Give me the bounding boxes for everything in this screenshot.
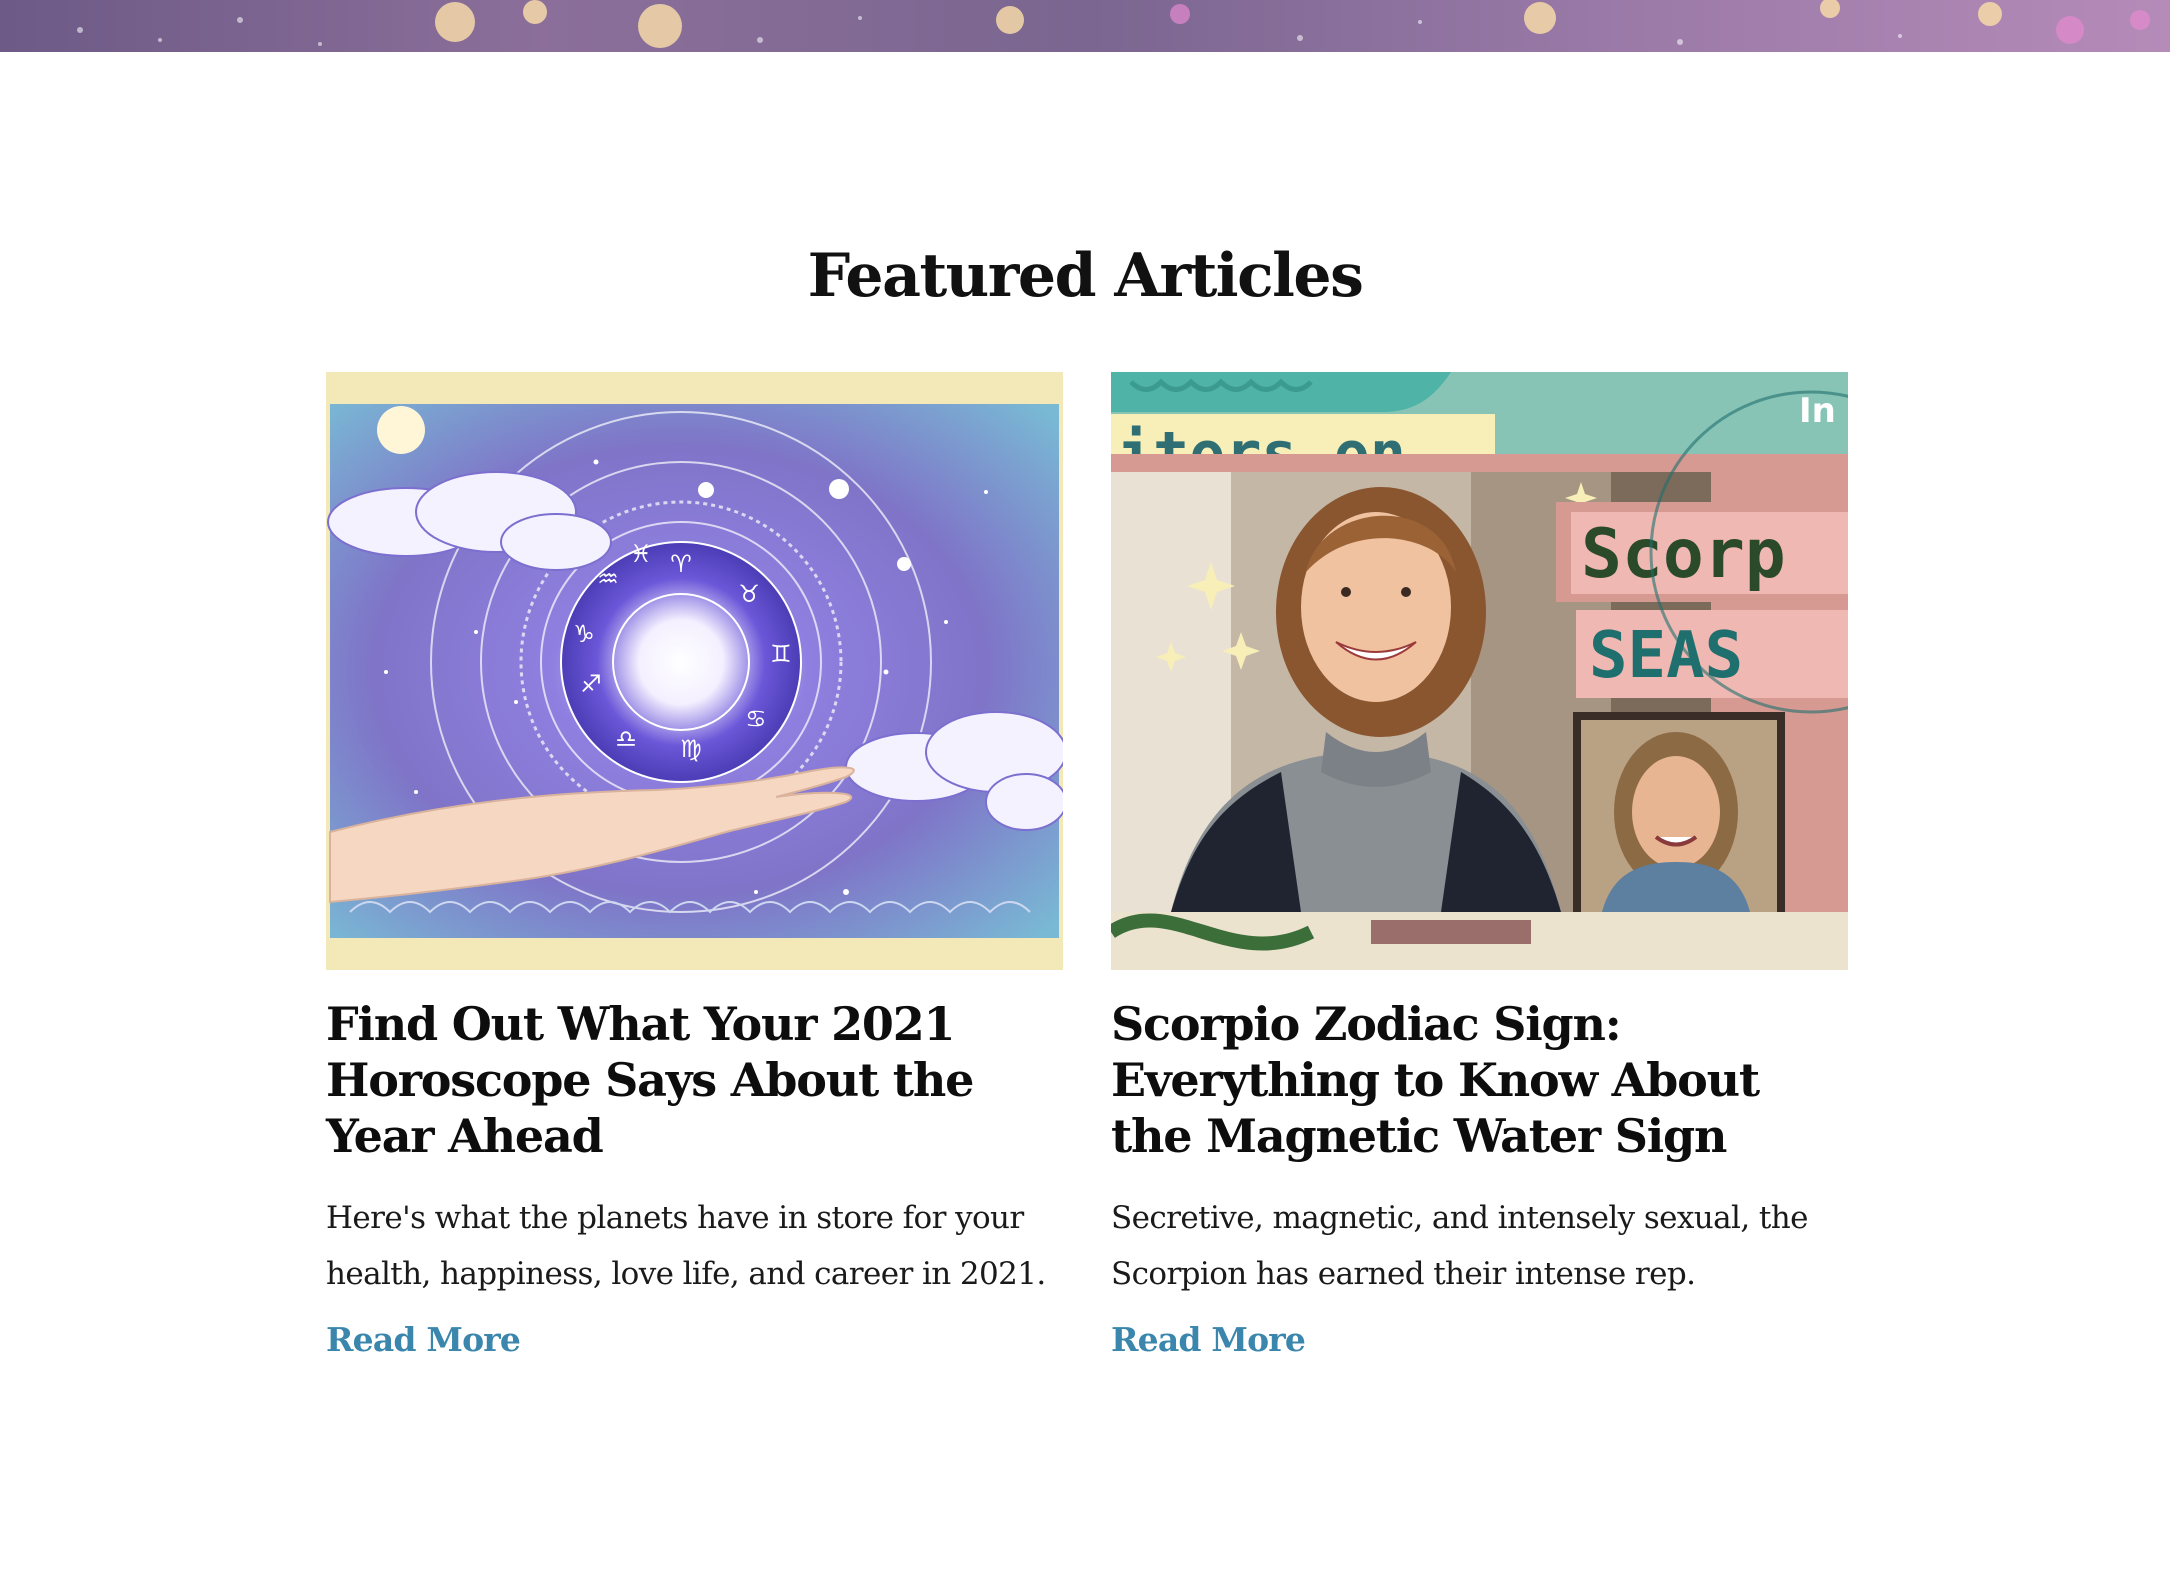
svg-text:♍: ♍: [680, 735, 702, 763]
article-description: Here's what the planets have in store fo…: [326, 1200, 1046, 1292]
article-card[interactable]: itors on...: [1111, 372, 1848, 1359]
svg-text:♉: ♉: [738, 580, 760, 608]
thumbnail-corner-text: In: [1799, 391, 1836, 431]
svg-text:♑: ♑: [573, 620, 595, 648]
thumbnail-word-scorpio: Scorp: [1581, 515, 1786, 594]
article-title[interactable]: Scorpio Zodiac Sign: Everything to Know …: [1111, 996, 1848, 1164]
read-more-link[interactable]: Read More: [326, 1320, 521, 1359]
svg-text:♋: ♋: [745, 705, 767, 733]
svg-text:♎: ♎: [615, 725, 637, 753]
video-thumbnail-image[interactable]: itors on...: [1111, 372, 1848, 970]
article-title[interactable]: Find Out What Your 2021 Horoscope Says A…: [326, 996, 1063, 1164]
svg-text:♈: ♈: [670, 550, 692, 578]
article-description: Secretive, magnetic, and intensely sexua…: [1111, 1200, 1808, 1292]
top-banner-image: [0, 0, 2170, 52]
svg-text:♐: ♐: [580, 670, 602, 698]
svg-text:♒: ♒: [597, 565, 619, 593]
svg-text:♊: ♊: [770, 640, 792, 668]
svg-text:♓: ♓: [630, 540, 652, 568]
read-more-link[interactable]: Read More: [1111, 1320, 1306, 1359]
section-title: Featured Articles: [807, 241, 1364, 311]
article-card[interactable]: ♈ ♉ ♊ ♋ ♍ ♎ ♐ ♑ ♒ ♓ Find Out What Your 2…: [326, 372, 1063, 1359]
zodiac-wheel-hand-image[interactable]: ♈ ♉ ♊ ♋ ♍ ♎ ♐ ♑ ♒ ♓: [326, 372, 1063, 970]
